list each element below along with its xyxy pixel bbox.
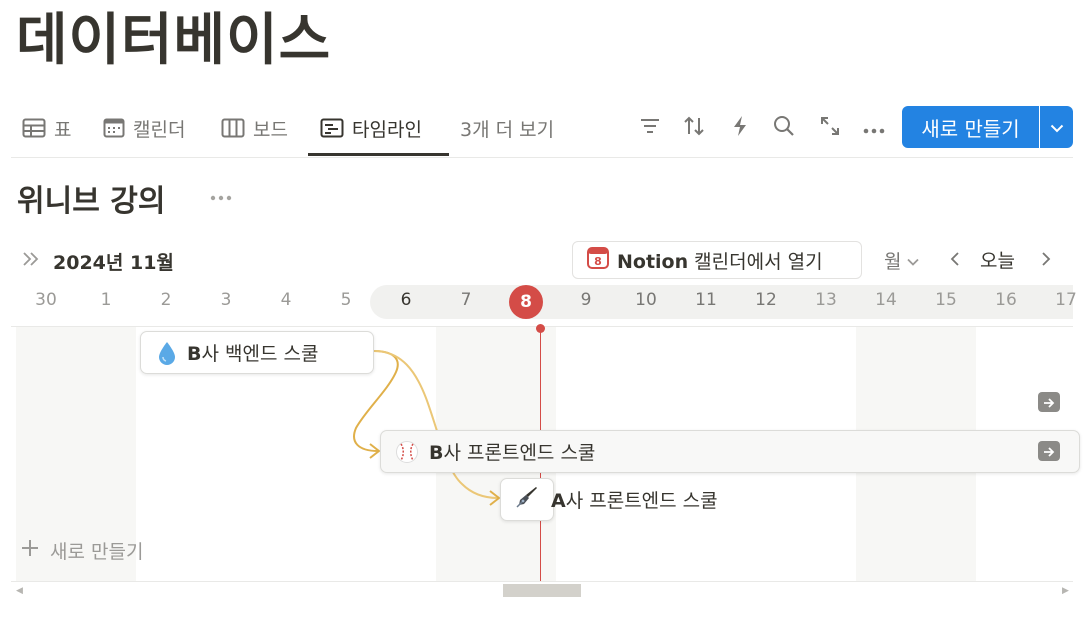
item-prefix: B — [429, 442, 444, 464]
item-prefix: A — [551, 490, 566, 512]
baseball-icon — [395, 440, 419, 464]
timeline-item-bar[interactable] — [500, 478, 554, 521]
timeline-item-label[interactable]: A사 프론트엔드 스쿨 — [551, 486, 718, 513]
timeline-item[interactable]: B사 백엔드 스쿨 — [140, 331, 374, 374]
droplet-icon — [157, 340, 177, 366]
current-date-marker — [536, 324, 545, 333]
plus-icon — [20, 538, 40, 563]
fountain-pen-icon — [514, 484, 540, 515]
jump-to-item-button[interactable] — [1038, 441, 1060, 461]
timeline-grid-bottom-border — [11, 581, 1073, 582]
jump-to-item-button[interactable] — [1038, 392, 1060, 412]
add-new-item-button[interactable]: 새로 만들기 — [20, 536, 143, 564]
arrow-right-icon — [1043, 442, 1055, 461]
arrow-right-icon — [1043, 393, 1055, 412]
item-title: 사 백엔드 스쿨 — [201, 343, 319, 365]
item-title: 사 프론트엔드 스쿨 — [443, 442, 596, 464]
dependency-arrows — [353, 350, 500, 506]
scroll-right-arrow[interactable]: ▶ — [1062, 586, 1069, 596]
horizontal-scrollbar-thumb[interactable] — [503, 584, 581, 597]
item-prefix: B — [187, 343, 202, 365]
scroll-left-arrow[interactable]: ◀ — [16, 586, 23, 596]
timeline-item[interactable]: B사 프론트엔드 스쿨 — [380, 430, 1080, 473]
item-title: 사 프론트엔드 스쿨 — [565, 490, 718, 512]
add-new-label: 새로 만들기 — [50, 540, 144, 563]
